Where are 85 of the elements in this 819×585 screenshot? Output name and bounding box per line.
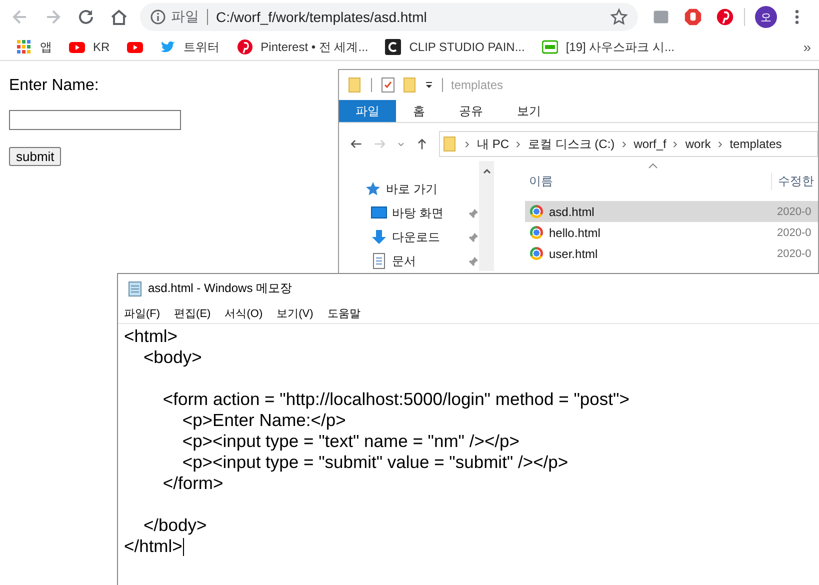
bookmark-link[interactable]: [19] 사우스파크 시... bbox=[566, 38, 675, 56]
name-input-field[interactable] bbox=[9, 110, 181, 130]
home-icon[interactable] bbox=[109, 7, 129, 27]
window-title: asd.html - Windows 메모장 bbox=[148, 280, 292, 297]
menu-item[interactable]: 편집(E) bbox=[174, 306, 211, 320]
bird-icon[interactable] bbox=[160, 39, 176, 55]
url-text: C:/worf_f/work/templates/asd.html bbox=[216, 9, 428, 25]
address-field[interactable]: 내 PC 로컬 디스크 (C:) worf_f work templates bbox=[439, 131, 818, 157]
modified-date: 2020-0 bbox=[777, 248, 812, 260]
menu-icon[interactable] bbox=[794, 8, 800, 26]
nav-item[interactable]: 문서 bbox=[392, 252, 468, 270]
chevron-icon[interactable] bbox=[716, 140, 724, 148]
scrollbar[interactable] bbox=[479, 161, 494, 271]
file-name: user.html bbox=[549, 246, 599, 260]
ribbon-tab[interactable]: 파일 bbox=[339, 100, 396, 122]
file-row[interactable]: asd.html 2020-0 bbox=[525, 201, 818, 222]
sort-caret-icon bbox=[648, 163, 658, 169]
ribbon-tab[interactable]: 홈 bbox=[396, 100, 442, 122]
back-icon[interactable] bbox=[349, 137, 363, 151]
chevron-icon[interactable] bbox=[464, 140, 471, 148]
bookmark-link[interactable]: CLIP STUDIO PAIN... bbox=[409, 40, 525, 54]
modified-date: 2020-0 bbox=[777, 206, 812, 218]
scheme-label: 파일 bbox=[171, 8, 199, 26]
stop-hand-icon[interactable] bbox=[684, 8, 702, 26]
clip-logo-icon[interactable] bbox=[385, 39, 402, 55]
nav-item[interactable]: 바탕 화면 bbox=[392, 204, 468, 222]
profile-avatar[interactable]: 오 bbox=[755, 6, 777, 28]
address-bar[interactable]: 파일 C:/worf_f/work/templates/asd.html bbox=[140, 3, 638, 31]
window-title: templates bbox=[451, 78, 504, 92]
code-text: </html> bbox=[124, 536, 182, 557]
file-row[interactable]: hello.html 2020-0 bbox=[525, 222, 818, 243]
dropdown-caret-icon[interactable] bbox=[424, 80, 434, 90]
apps-grid-icon[interactable] bbox=[16, 39, 32, 55]
bookmark-link[interactable]: Pinterest • 전 세계... bbox=[260, 38, 368, 56]
column-header[interactable]: 수정한 bbox=[771, 172, 818, 190]
path-segment[interactable]: templates bbox=[730, 137, 782, 151]
chevron-icon[interactable] bbox=[620, 140, 628, 148]
circle-logo-icon bbox=[530, 205, 543, 218]
file-name: asd.html bbox=[549, 204, 596, 218]
pin-logo-icon[interactable] bbox=[716, 8, 734, 26]
info-icon[interactable] bbox=[150, 9, 166, 25]
bookmark-link[interactable]: KR bbox=[93, 40, 110, 54]
document-icon bbox=[371, 253, 387, 269]
path-segment[interactable]: work bbox=[685, 137, 711, 151]
up-arrow-icon[interactable] bbox=[415, 137, 429, 151]
circle-logo-icon bbox=[530, 247, 543, 260]
bookmark-link[interactable]: 앱 bbox=[40, 38, 52, 56]
ribbon-tab[interactable]: 공유 bbox=[442, 100, 500, 122]
nav-item[interactable]: 바로 가기 bbox=[386, 180, 479, 198]
properties-icon[interactable] bbox=[380, 77, 396, 93]
code-text: <html> <body> <form action = "http://localhost:5000/login" method = "post"> <p>Enter Name:</p> <p><input type = "text" name = "nm" /></p> <p><input type = "submit" value = "submit" /></p> </form> </body> bbox=[124, 326, 630, 536]
play-logo-icon[interactable] bbox=[126, 39, 143, 55]
notepad-icon bbox=[127, 280, 143, 296]
menu-item[interactable]: 도움말 bbox=[327, 306, 360, 320]
play-logo-icon[interactable] bbox=[69, 39, 85, 55]
submit-button[interactable]: submit bbox=[9, 147, 62, 166]
nav-item[interactable]: 다운로드 bbox=[392, 228, 468, 246]
menu-item[interactable]: 보기(V) bbox=[276, 306, 314, 320]
file-name: hello.html bbox=[549, 226, 602, 240]
recent-caret-icon[interactable] bbox=[397, 140, 405, 148]
pin-logo-icon[interactable] bbox=[236, 39, 253, 55]
circle-logo-icon bbox=[530, 226, 543, 239]
folder-icon bbox=[442, 136, 458, 152]
more-bookmarks-button[interactable]: » bbox=[803, 39, 811, 55]
form-label: Enter Name: bbox=[9, 77, 99, 95]
reload-icon[interactable] bbox=[76, 7, 96, 27]
menu-item[interactable]: 파일(F) bbox=[124, 306, 160, 320]
bookmark-link[interactable]: 트위터 bbox=[184, 38, 220, 56]
text-cursor bbox=[183, 538, 184, 556]
ribbon-tab[interactable]: 보기 bbox=[500, 100, 558, 122]
chevron-icon[interactable] bbox=[672, 140, 680, 148]
column-header[interactable]: 이름 bbox=[529, 172, 553, 190]
chevron-icon[interactable] bbox=[515, 140, 522, 148]
monitor-icon bbox=[371, 205, 387, 221]
blog-logo-icon[interactable] bbox=[542, 39, 558, 55]
down-arrow-icon bbox=[371, 229, 387, 245]
path-segment[interactable]: 로컬 디스크 (C:) bbox=[528, 136, 615, 152]
menu-item[interactable]: 서식(O) bbox=[224, 306, 263, 320]
file-row[interactable]: user.html 2020-0 bbox=[525, 243, 818, 264]
bookmark-star-icon[interactable] bbox=[610, 8, 628, 26]
extension-icon[interactable] bbox=[652, 8, 670, 26]
star-icon bbox=[365, 181, 381, 197]
modified-date: 2020-0 bbox=[777, 226, 812, 238]
path-segment[interactable]: 내 PC bbox=[477, 136, 510, 152]
path-segment[interactable]: worf_f bbox=[634, 137, 666, 151]
